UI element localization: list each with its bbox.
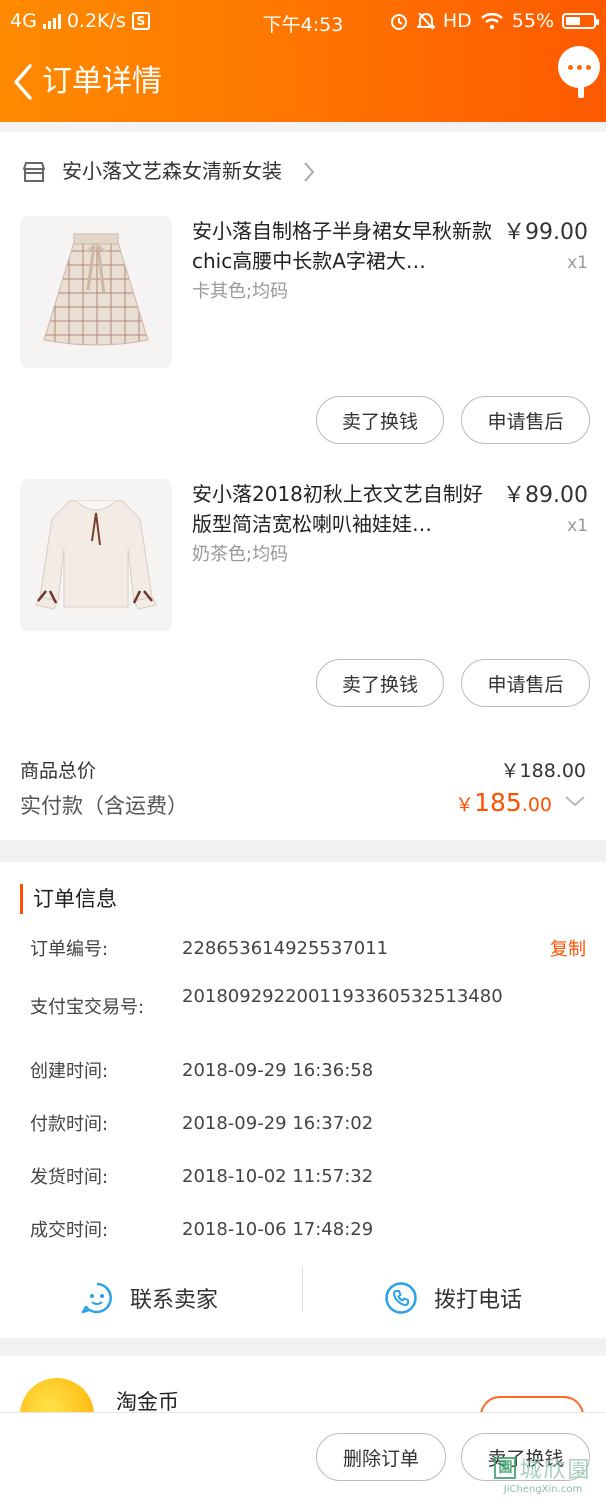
item-title[interactable]: 安小落自制格子半身裙女早秋新款chic高腰中长款A字裙大… — [192, 216, 492, 276]
contact-bar: 联系卖家 拨打电话 — [0, 1266, 606, 1330]
item-price: ￥89.00 — [503, 483, 588, 508]
product-image-blouse[interactable] — [20, 479, 172, 631]
info-label: 成交时间: — [30, 1220, 109, 1241]
bottom-action-bar: 删除订单 卖了换钱 園 城欣園 JiChengXin.com — [0, 1412, 606, 1500]
info-label: 创建时间: — [30, 1061, 109, 1082]
item-title[interactable]: 安小落2018初秋上衣文艺自制好版型简洁宽松喇叭袖娃娃… — [192, 479, 492, 539]
watermark-text: 城欣園 — [519, 1458, 592, 1483]
hd-icon: HD — [442, 10, 472, 32]
header: 4G 0.2K/s S 下午4:53 HD 55% 订单详情 — [0, 0, 606, 122]
watermark-url: JiChengXin.com — [503, 1484, 583, 1495]
info-label: 付款时间: — [30, 1114, 109, 1135]
after-sale-button[interactable]: 申请售后 — [461, 396, 590, 444]
item-qty: x1 — [567, 516, 588, 536]
alarm-icon — [390, 14, 407, 30]
order-info-card: 订单信息 订单编号: 228653614925537011 复制 支付宝交易号:… — [0, 862, 606, 1338]
order-item[interactable]: 安小落自制格子半身裙女早秋新款chic高腰中长款A字裙大… 卡其色;均码 ￥99… — [0, 216, 606, 478]
after-sale-button[interactable]: 申请售后 — [461, 659, 590, 707]
info-value: 2018-10-02 11:57:32 — [182, 1166, 374, 1187]
blouse-image — [35, 500, 157, 610]
watermark-logo: 園 — [494, 1457, 517, 1479]
info-value: 2018-10-06 17:48:29 — [182, 1219, 374, 1240]
sell-button[interactable]: 卖了换钱 — [316, 396, 444, 444]
plaid-skirt-image — [43, 233, 149, 346]
info-value: 2018-09-29 16:36:58 — [182, 1060, 374, 1081]
info-label: 订单编号: — [30, 939, 109, 960]
order-info-title: 订单信息 — [20, 884, 117, 914]
contact-seller-label: 联系卖家 — [130, 1288, 219, 1313]
goods-total-label: 商品总价 — [20, 760, 97, 782]
chat-face-icon — [81, 1282, 112, 1314]
order-items-card: 安小落文艺森女清新女装 安小落自制格子半身裙女早秋新款chic高腰中长款A字裙大… — [0, 132, 606, 840]
more-menu-tail — [578, 84, 584, 98]
item-qty: x1 — [567, 253, 588, 273]
copy-button[interactable]: 复制 — [550, 936, 586, 964]
item-sku: 奶茶色;均码 — [192, 544, 289, 565]
goods-total-row: 商品总价 ￥188.00 — [20, 756, 586, 784]
paid-row[interactable]: 实付款（含运费） ￥185.00 — [20, 788, 586, 822]
order-item[interactable]: 安小落2018初秋上衣文艺自制好版型简洁宽松喇叭袖娃娃… 奶茶色;均码 ￥89.… — [0, 479, 606, 741]
item-sku: 卡其色;均码 — [192, 281, 289, 302]
delete-order-button[interactable]: 删除订单 — [316, 1433, 446, 1481]
battery-percent: 55% — [511, 10, 554, 32]
goods-total-value: ￥188.00 — [500, 760, 586, 782]
shop-name[interactable]: 安小落文艺森女清新女装 — [62, 156, 282, 186]
product-image-skirt[interactable] — [20, 216, 172, 368]
paid-label: 实付款（含运费） — [20, 794, 188, 818]
info-label: 支付宝交易号: — [30, 997, 145, 1018]
nav-bar: 订单详情 — [0, 44, 606, 122]
battery-icon — [562, 13, 599, 29]
call-phone-button[interactable]: 拨打电话 — [384, 1266, 522, 1330]
mute-bell-icon — [416, 12, 435, 30]
item-price: ￥99.00 — [503, 220, 588, 245]
call-phone-label: 拨打电话 — [434, 1288, 523, 1313]
wifi-icon — [480, 13, 503, 30]
shop-row[interactable]: 安小落文艺森女清新女装 — [0, 132, 606, 212]
divider — [302, 1266, 303, 1312]
page-title: 订单详情 — [42, 64, 162, 99]
more-menu-button[interactable] — [558, 46, 600, 88]
phone-icon — [385, 1282, 417, 1314]
paid-amount: ￥185.00 — [455, 788, 552, 817]
back-arrow-icon[interactable] — [8, 62, 40, 102]
info-value: 2018-09-29 16:37:02 — [182, 1113, 374, 1134]
sell-button[interactable]: 卖了换钱 — [316, 659, 444, 707]
shop-icon — [23, 162, 45, 182]
info-value: 228653614925537011 — [182, 938, 389, 959]
status-bar: 4G 0.2K/s S 下午4:53 HD 55% — [0, 0, 606, 44]
info-value: 2018092922001193360532513480 — [182, 986, 503, 1007]
info-label: 发货时间: — [30, 1167, 109, 1188]
watermark: 園 城欣園 JiChengXin.com — [484, 1452, 602, 1496]
contact-seller-button[interactable]: 联系卖家 — [80, 1266, 218, 1330]
chevron-down-icon[interactable] — [564, 794, 586, 808]
chevron-right-icon — [304, 162, 315, 182]
